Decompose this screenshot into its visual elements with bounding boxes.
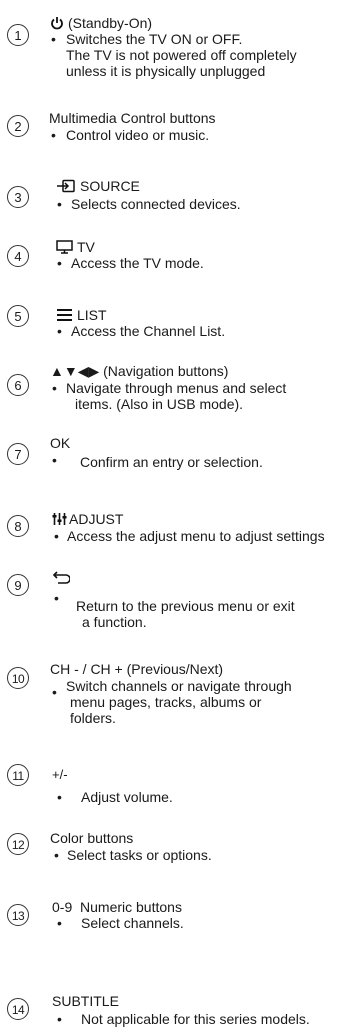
item-description: Access the adjust menu to adjust setting… <box>67 528 325 544</box>
item-number: 11 <box>7 764 29 786</box>
item-description: Select channels. <box>81 915 184 931</box>
item-description: Return to the previous menu or exit a fu… <box>76 598 295 630</box>
adjust-sliders-icon <box>52 512 67 529</box>
bullet: • <box>52 380 57 396</box>
item-title: Color buttons <box>50 830 134 846</box>
bullet: • <box>52 684 57 700</box>
item-description: Selects connected devices. <box>71 196 241 212</box>
item-title: SOURCE <box>56 178 140 196</box>
item-number: 8 <box>7 515 29 537</box>
item-title: 0-9 Numeric buttons <box>52 899 182 915</box>
item-description: Select tasks or options. <box>67 847 212 863</box>
bullet: • <box>57 1011 62 1027</box>
item-description: Access the Channel List. <box>71 323 226 339</box>
item-number: 14 <box>7 998 29 1020</box>
bullet: • <box>57 255 62 271</box>
item-description: Adjust volume. <box>81 789 173 805</box>
item-title: ▲▼◀▶ (Navigation buttons) <box>50 363 229 379</box>
bullet: • <box>57 789 62 805</box>
item-title <box>52 570 74 588</box>
item-description: Navigate through menus and select items.… <box>66 380 287 412</box>
bullet: • <box>54 847 59 863</box>
item-title: ADJUST <box>52 511 123 529</box>
item-description: Switches the TV ON or OFF. The TV is not… <box>66 31 297 79</box>
item-title: CH - / CH + (Previous/Next) <box>50 661 224 677</box>
bullet: • <box>57 915 62 931</box>
item-number: 5 <box>7 305 29 327</box>
item-title: +/- <box>52 767 68 782</box>
item-number: 4 <box>7 245 29 267</box>
item-description: Not applicable for this series models. <box>81 1011 310 1027</box>
item-description: Control video or music. <box>66 127 210 143</box>
item-number: 1 <box>7 24 29 46</box>
bullet: • <box>54 528 59 544</box>
item-description: Switch channels or navigate through menu… <box>66 678 292 726</box>
bullet: • <box>54 590 59 606</box>
bullet: • <box>57 323 62 339</box>
item-number: 12 <box>7 833 29 855</box>
item-number: 9 <box>7 574 29 596</box>
item-title: OK <box>50 435 71 451</box>
item-number: 2 <box>7 115 29 137</box>
bullet: • <box>51 31 56 47</box>
item-title: SUBTITLE <box>52 993 119 1009</box>
bullet: • <box>51 127 56 143</box>
item-description: Access the TV mode. <box>71 255 204 271</box>
item-description: Confirm an entry or selection. <box>80 454 263 470</box>
bullet: • <box>57 196 62 212</box>
item-number: 7 <box>7 443 29 465</box>
item-number: 3 <box>7 186 29 208</box>
bullet: • <box>52 452 57 468</box>
back-arrow-icon <box>52 571 71 588</box>
item-title: Multimedia Control buttons <box>49 110 216 126</box>
source-input-icon <box>56 179 76 196</box>
item-number: 10 <box>7 667 29 689</box>
item-number: 6 <box>7 374 29 396</box>
item-number: 13 <box>7 904 29 926</box>
